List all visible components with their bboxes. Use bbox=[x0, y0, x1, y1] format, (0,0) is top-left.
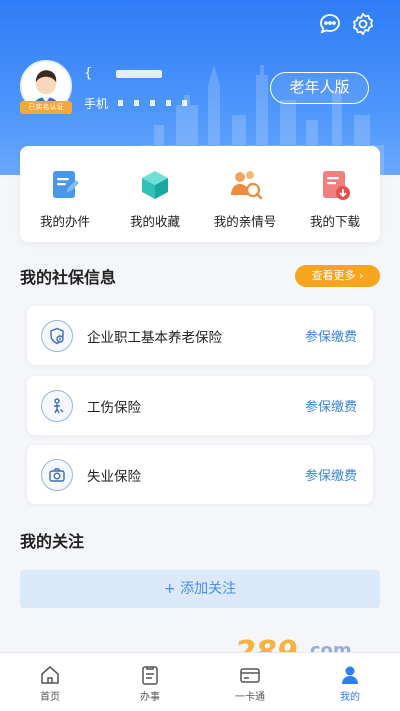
insurance-item-unemployment[interactable]: 失业保险 参保缴费 bbox=[27, 445, 373, 504]
injury-icon bbox=[41, 390, 73, 422]
quick-item-label: 我的办件 bbox=[39, 214, 90, 229]
username: { bbox=[84, 66, 94, 81]
quick-item-label: 我的下载 bbox=[309, 214, 360, 229]
masked-username bbox=[116, 70, 162, 78]
tab-services[interactable]: 办事 bbox=[100, 653, 200, 711]
person-icon bbox=[342, 666, 358, 684]
tab-mine[interactable]: 我的 bbox=[300, 653, 400, 711]
my-follow-title: 我的关注 bbox=[20, 532, 85, 551]
view-more-button[interactable]: 查看更多 › bbox=[295, 265, 380, 287]
quick-actions-card: 我的办件 我的收藏 我的亲情号 我的下载 bbox=[20, 146, 380, 242]
tab-label: 首页 bbox=[40, 692, 60, 703]
family-icon bbox=[231, 171, 262, 200]
bottom-tab-bar: 首页 办事 一卡通 我的 bbox=[0, 652, 400, 711]
gear-icon[interactable] bbox=[351, 12, 375, 36]
pay-insurance-link[interactable]: 参保缴费 bbox=[305, 326, 357, 345]
quick-item-family-number[interactable]: 我的亲情号 bbox=[200, 146, 290, 242]
camera-icon bbox=[41, 459, 73, 491]
shield-icon bbox=[41, 320, 73, 352]
clipboard-icon bbox=[142, 666, 158, 685]
cube-icon bbox=[142, 171, 168, 199]
tab-label: 一卡通 bbox=[235, 692, 265, 703]
masked-phone bbox=[118, 100, 188, 106]
quick-item-my-favorites[interactable]: 我的收藏 bbox=[110, 146, 200, 242]
tab-home[interactable]: 首页 bbox=[0, 653, 100, 711]
quick-item-label: 我的收藏 bbox=[129, 214, 180, 229]
card-icon bbox=[240, 668, 260, 683]
quick-item-label: 我的亲情号 bbox=[213, 214, 277, 229]
insurance-item-pension[interactable]: 企业职工基本养老保险 参保缴费 bbox=[27, 306, 373, 365]
home-icon bbox=[41, 666, 59, 684]
pay-insurance-link[interactable]: 参保缴费 bbox=[305, 396, 357, 415]
add-follow-button[interactable]: + 添加关注 bbox=[20, 570, 380, 608]
download-icon bbox=[323, 171, 350, 200]
tab-label: 我的 bbox=[340, 692, 360, 703]
document-icon bbox=[53, 171, 79, 198]
tab-label: 办事 bbox=[140, 692, 160, 703]
insurance-name: 企业职工基本养老保险 bbox=[87, 330, 222, 346]
pay-insurance-link[interactable]: 参保缴费 bbox=[305, 465, 357, 484]
quick-item-my-downloads[interactable]: 我的下载 bbox=[290, 146, 380, 242]
insurance-name: 失业保险 bbox=[87, 469, 141, 485]
quick-item-my-cases[interactable]: 我的办件 bbox=[20, 146, 110, 242]
verified-badge: 已实名认证 bbox=[20, 101, 72, 114]
tab-card[interactable]: 一卡通 bbox=[200, 653, 300, 711]
social-security-title: 我的社保信息 bbox=[20, 268, 117, 287]
phone-label: 手机 bbox=[84, 97, 109, 111]
insurance-item-injury[interactable]: 工伤保险 参保缴费 bbox=[27, 376, 373, 435]
insurance-name: 工伤保险 bbox=[87, 400, 141, 416]
chat-icon[interactable] bbox=[318, 12, 342, 36]
elder-mode-button[interactable]: 老年人版 bbox=[270, 72, 369, 104]
